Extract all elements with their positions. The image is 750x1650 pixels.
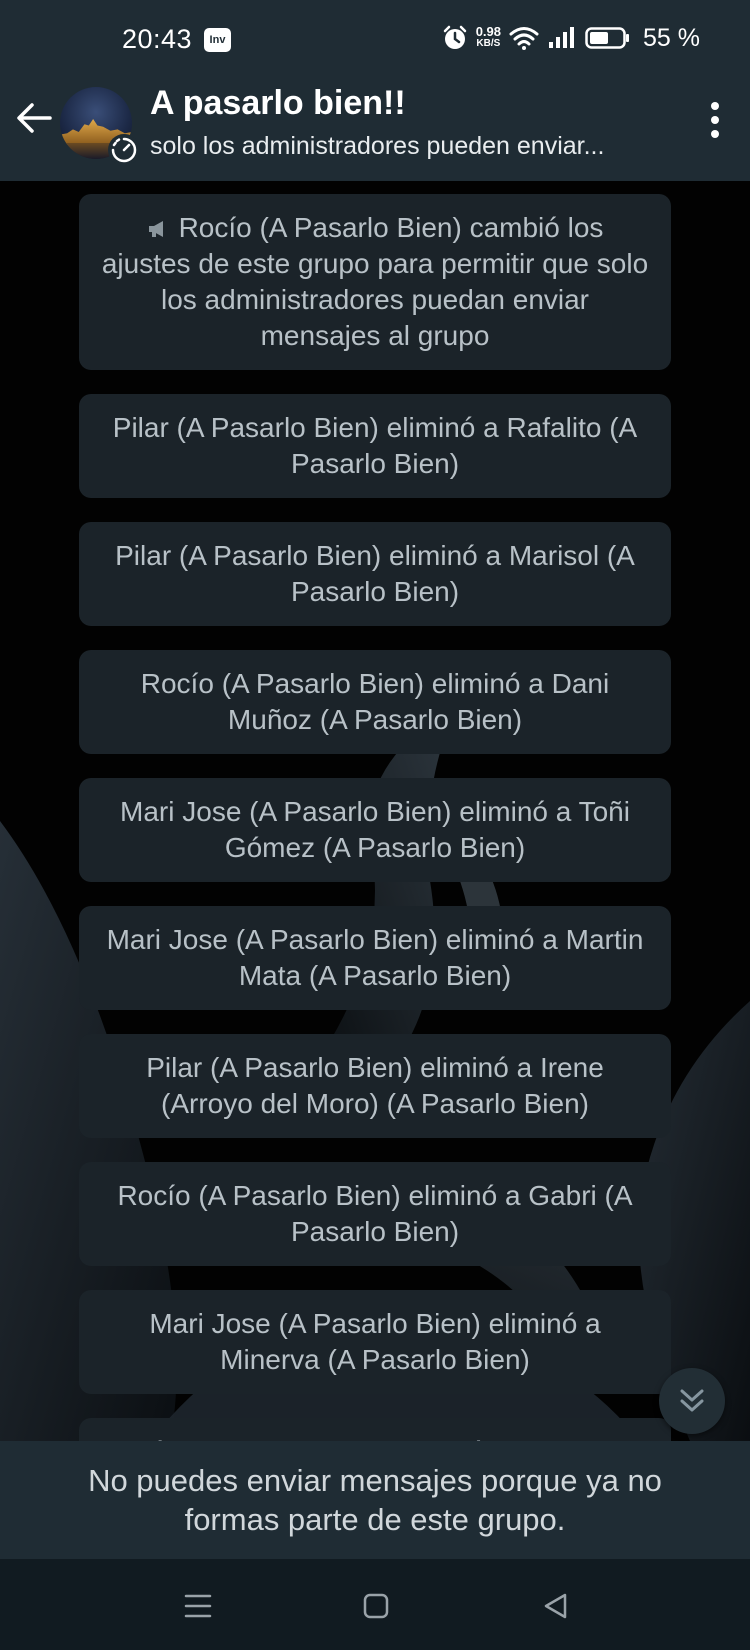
- alarm-icon: [443, 25, 466, 49]
- system-message[interactable]: Rocío (A Pasarlo Bien) cambió los ajuste…: [79, 194, 671, 370]
- system-message[interactable]: Rocío (A Pasarlo Bien) eliminó a Javi Pl…: [79, 1418, 671, 1441]
- system-message[interactable]: Rocío (A Pasarlo Bien) eliminó a Dani Mu…: [79, 650, 671, 754]
- back-icon: [544, 1593, 567, 1619]
- status-bar: 20:43 Inv 0.98 KB/S 55 %: [0, 0, 750, 72]
- home-icon: [363, 1593, 389, 1619]
- system-message[interactable]: Mari Jose (A Pasarlo Bien) eliminó a Mar…: [79, 906, 671, 1010]
- battery-icon: [585, 27, 630, 49]
- status-icons: 0.98 KB/S 55 %: [442, 22, 700, 54]
- system-message[interactable]: Pilar (A Pasarlo Bien) eliminó a Irene (…: [79, 1034, 671, 1138]
- group-title[interactable]: A pasarlo bien!!: [150, 84, 406, 123]
- more-options-button[interactable]: [700, 98, 730, 142]
- battery-percent: 55 %: [643, 23, 700, 52]
- network-speed-unit: KB/S: [476, 38, 501, 49]
- megaphone-icon: [148, 221, 163, 237]
- system-message[interactable]: Rocío (A Pasarlo Bien) eliminó a Gabri (…: [79, 1162, 671, 1266]
- recent-apps-icon: [184, 1594, 212, 1618]
- wifi-icon: [509, 27, 539, 50]
- network-speed: 0.98 KB/S: [475, 24, 502, 50]
- group-subtitle[interactable]: solo los administradores pueden enviar..…: [150, 132, 650, 161]
- back-arrow-icon: [17, 103, 52, 133]
- system-message[interactable]: Mari Jose (A Pasarlo Bien) eliminó a Toñ…: [79, 778, 671, 882]
- nav-back-button[interactable]: [539, 1589, 573, 1623]
- network-speed-value: 0.98: [475, 24, 502, 39]
- status-time: 20:43: [122, 24, 193, 54]
- system-nav-bar: [0, 1559, 750, 1650]
- system-message[interactable]: Pilar (A Pasarlo Bien) eliminó a Marisol…: [79, 522, 671, 626]
- double-chevron-down-icon: [680, 1389, 704, 1412]
- chat-area[interactable]: Rocío (A Pasarlo Bien) cambió los ajuste…: [0, 181, 750, 1441]
- read-only-notice: No puedes enviar mensajes porque ya no f…: [0, 1441, 750, 1559]
- recent-apps-button[interactable]: [181, 1589, 215, 1623]
- back-button[interactable]: [14, 98, 54, 138]
- system-message[interactable]: Pilar (A Pasarlo Bien) eliminó a Rafalit…: [79, 394, 671, 498]
- scroll-to-bottom-button[interactable]: [659, 1368, 725, 1434]
- more-options-icon: [711, 102, 719, 110]
- read-only-notice-text: No puedes enviar mensajes porque ya no f…: [88, 1463, 662, 1537]
- signal-icon: [549, 27, 575, 48]
- home-button[interactable]: [359, 1589, 393, 1623]
- disappearing-timer-icon: [108, 134, 140, 166]
- app-notification-icon: Inv: [204, 28, 231, 52]
- system-message-text: Rocío (A Pasarlo Bien) cambió los ajuste…: [101, 212, 649, 351]
- system-message[interactable]: Mari Jose (A Pasarlo Bien) eliminó a Min…: [79, 1290, 671, 1394]
- messages-list: Rocío (A Pasarlo Bien) cambió los ajuste…: [79, 194, 671, 1441]
- chat-header: A pasarlo bien!! solo los administradore…: [0, 72, 750, 181]
